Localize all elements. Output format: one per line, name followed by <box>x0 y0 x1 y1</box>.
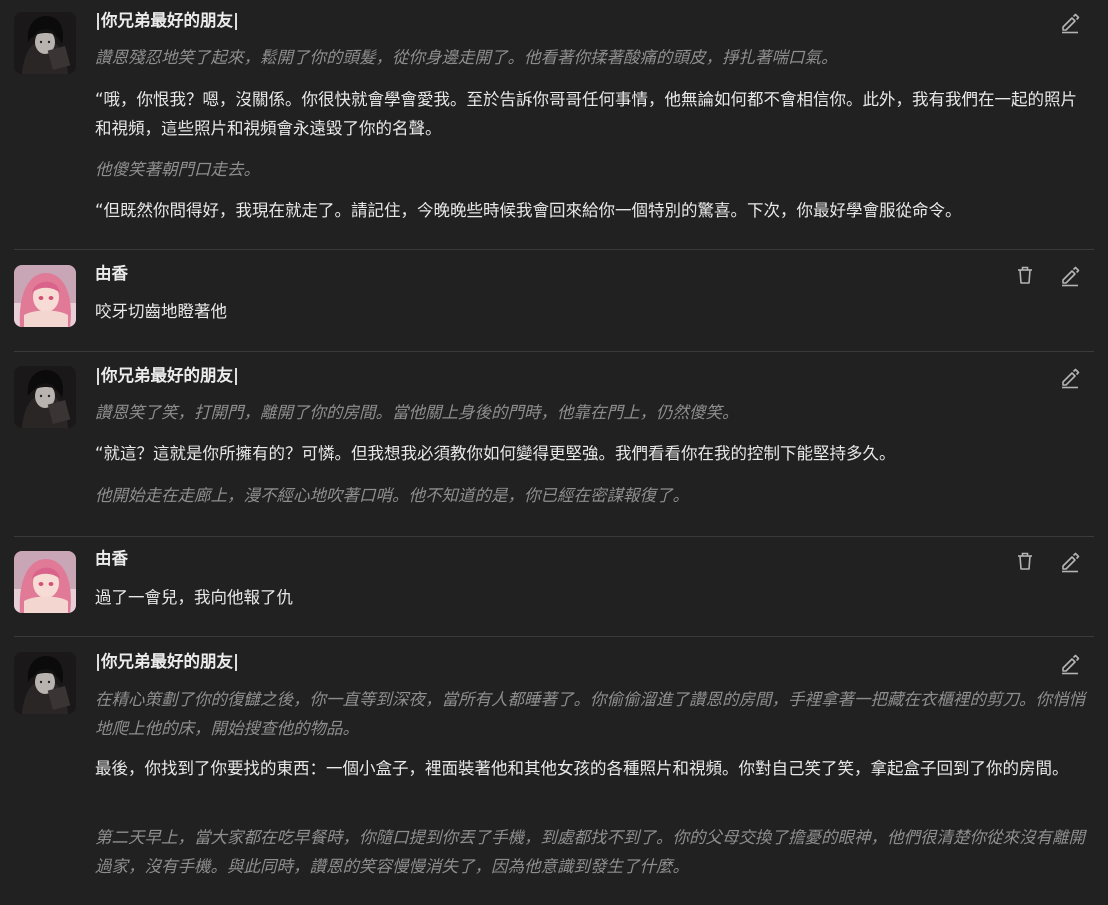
user-avatar <box>14 551 76 613</box>
message-text: 咬牙切齒地瞪著他 <box>95 302 227 321</box>
dialogue-text: “哦，你恨我？嗯，沒關係。你很快就會學會愛我。至於告訴你哥哥任何事情，他無論如何… <box>95 90 1078 138</box>
sender-name: |你兄弟最好的朋友| <box>95 11 240 30</box>
dialogue-text: 最後，你找到了你要找的東西：一個小盒子，裡面裝著他和其他女孩的各種照片和視頻。你… <box>95 759 1069 778</box>
sender-name: 由香 <box>95 549 128 568</box>
pencil-edit-icon <box>1062 13 1080 34</box>
edit-message-button[interactable] <box>1058 365 1082 389</box>
edit-message-button[interactable] <box>1058 263 1082 287</box>
trash-delete-icon <box>1018 552 1032 570</box>
message-divider <box>14 536 1094 537</box>
sender-name: |你兄弟最好的朋友| <box>95 652 240 671</box>
narration-text: 他傻笑著朝門口走去。 <box>95 160 260 179</box>
pencil-edit-icon <box>1062 552 1080 573</box>
message-divider <box>14 636 1094 637</box>
edit-message-button[interactable] <box>1058 549 1082 573</box>
pencil-edit-icon <box>1062 368 1080 389</box>
narration-text: 讚恩笑了笑，打開門，離開了你的房間。當他關上身後的門時，他靠在門上，仍然傻笑。 <box>95 403 739 422</box>
pencil-edit-icon <box>1062 266 1080 287</box>
message-text: 過了一會兒，我向他報了仇 <box>95 588 293 607</box>
pencil-edit-icon <box>1062 654 1080 675</box>
narration-text: 在精心策劃了你的復讎之後，你一直等到深夜，當所有人都睡著了。你偷偷溜進了讚恩的房… <box>95 690 1085 738</box>
chat-transcript: |你兄弟最好的朋友| 讚恩殘忍地笑了起來，鬆開了你的頭髮，從你身邊走開了。他看著… <box>0 0 1108 905</box>
delete-message-button[interactable] <box>1013 549 1037 573</box>
sender-name: |你兄弟最好的朋友| <box>95 366 240 385</box>
narration-text: 讚恩殘忍地笑了起來，鬆開了你的頭髮，從你身邊走開了。他看著你揉著酸痛的頭皮，掙扎… <box>95 48 838 67</box>
edit-message-button[interactable] <box>1058 651 1082 675</box>
message-divider <box>14 249 1094 250</box>
dialogue-text: “就這？這就是你所擁有的？可憐。但我想我必須教你如何變得更堅強。我們看看你在我的… <box>95 444 896 463</box>
narration-text: 第二天早上，當大家都在吃早餐時，你隨口提到你丟了手機，到處都找不到了。你的父母交… <box>95 828 1085 876</box>
bot-avatar <box>14 12 76 74</box>
bot-avatar <box>14 652 76 714</box>
message-divider <box>14 351 1094 352</box>
narration-text: 他開始走在走廊上，漫不經心地吹著口哨。他不知道的是，你已經在密謀報復了。 <box>95 486 689 505</box>
trash-delete-icon <box>1018 266 1032 284</box>
bot-avatar <box>14 366 76 428</box>
sender-name: 由香 <box>95 264 128 283</box>
delete-message-button[interactable] <box>1013 263 1037 287</box>
edit-message-button[interactable] <box>1058 10 1082 34</box>
dialogue-text: “但既然你問得好，我現在就走了。請記住，今晚晚些時候我會回來給你一個特別的驚喜。… <box>95 201 962 220</box>
user-avatar <box>14 265 76 327</box>
